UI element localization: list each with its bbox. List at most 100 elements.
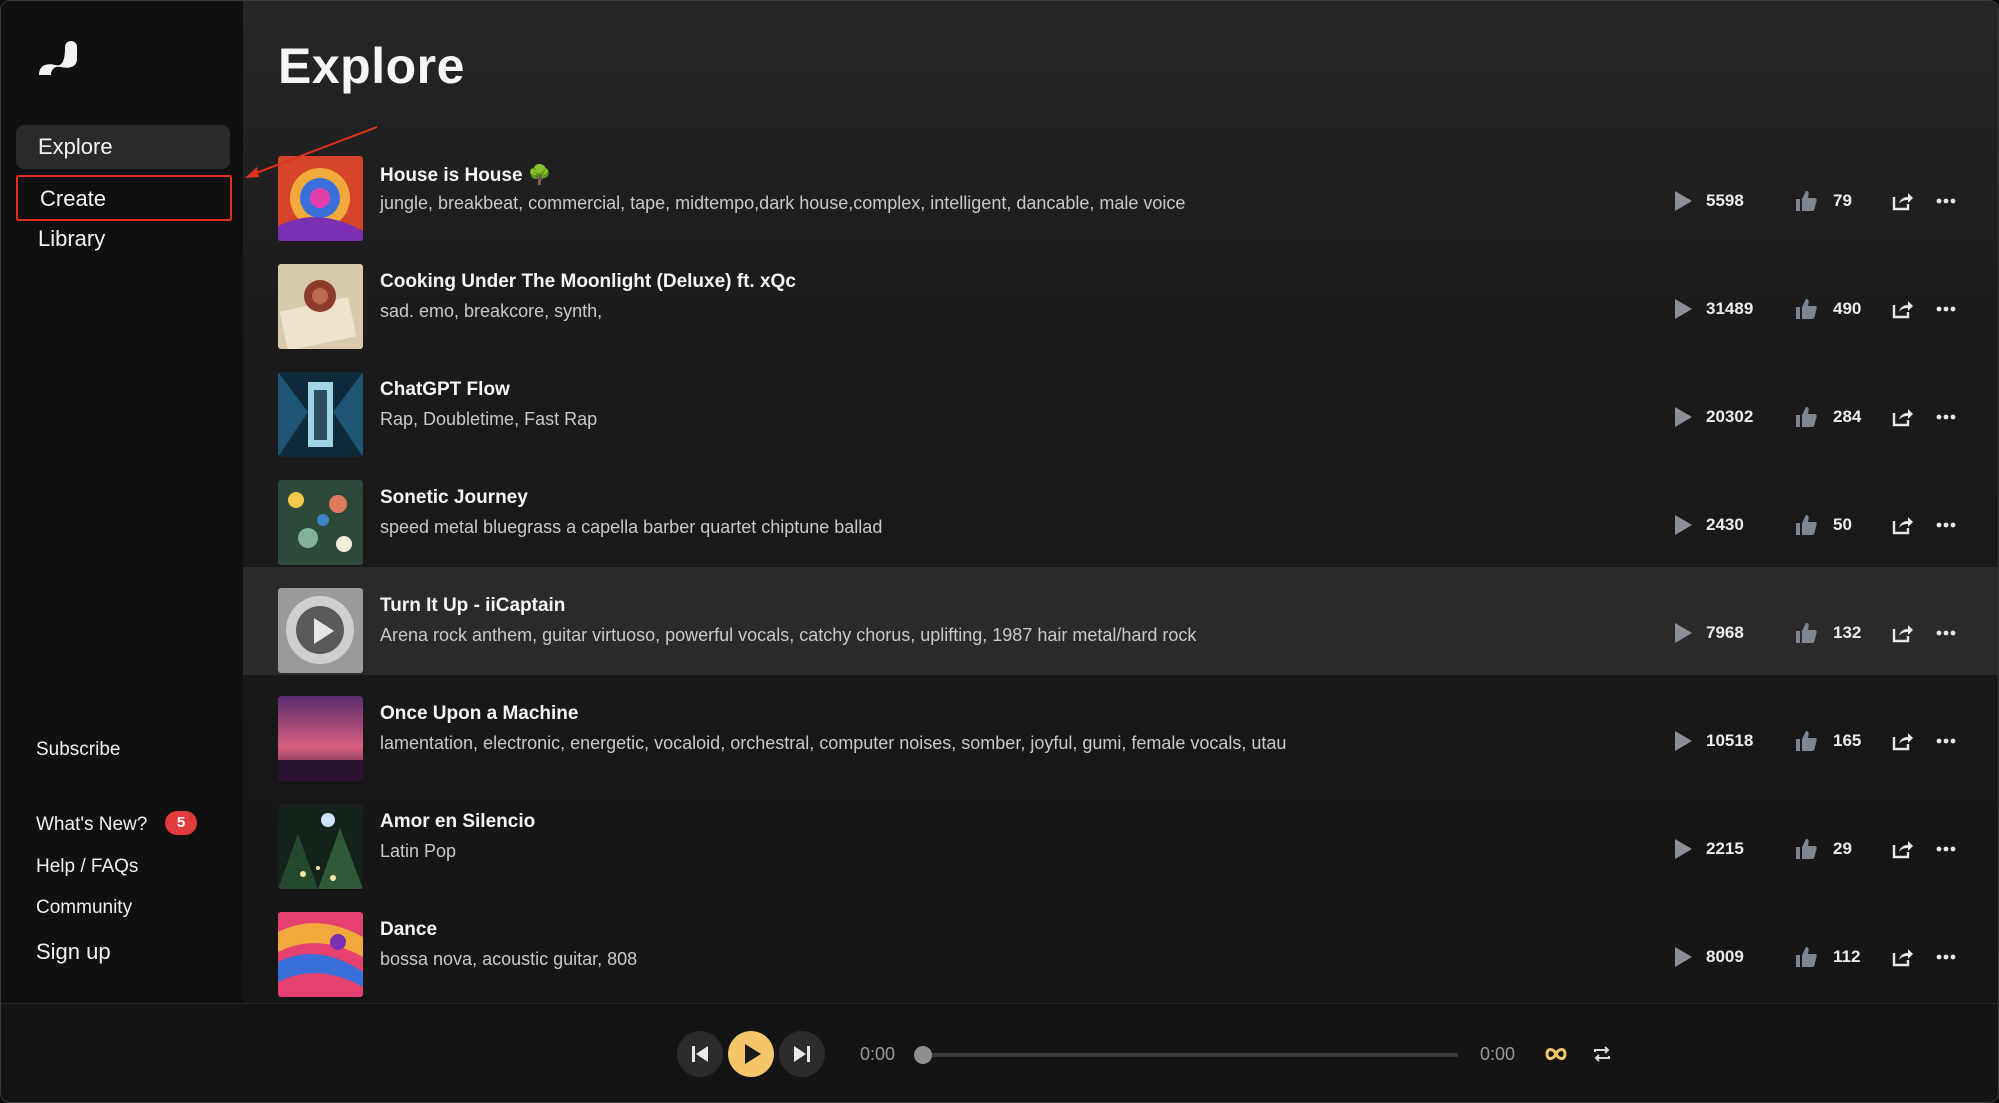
play-count: 2430: [1706, 515, 1744, 534]
play-count: 10518: [1706, 731, 1754, 750]
sign-up-link[interactable]: Sign up: [36, 939, 111, 965]
song-title[interactable]: Sonetic Journey: [380, 487, 528, 509]
skip-forward-icon: [794, 1046, 810, 1062]
thumbs-up-icon[interactable]: [1794, 405, 1818, 429]
song-cover-image[interactable]: [278, 912, 363, 997]
current-time: 0:00: [860, 1044, 896, 1064]
sidebar-item-library[interactable]: Library: [16, 217, 230, 261]
more-options-icon[interactable]: [1934, 945, 1958, 969]
song-row[interactable]: Amor en Silencio Latin Pop 2215 29: [243, 783, 1998, 891]
song-cover-image[interactable]: [278, 588, 363, 673]
repeat-icon[interactable]: [1590, 1042, 1614, 1066]
play-icon[interactable]: [1673, 946, 1693, 968]
share-icon[interactable]: [1890, 837, 1914, 861]
song-title[interactable]: Amor en Silencio: [380, 811, 535, 833]
share-icon[interactable]: [1890, 189, 1914, 213]
sidebar: Explore Create Library Subscribe What's …: [1, 1, 243, 1003]
total-time: 0:00: [1480, 1044, 1516, 1064]
thumbs-up-icon[interactable]: [1794, 837, 1818, 861]
share-icon[interactable]: [1890, 729, 1914, 753]
song-cover-image[interactable]: [278, 696, 363, 781]
play-icon: [745, 1044, 761, 1064]
song-row[interactable]: Cooking Under The Moonlight (Deluxe) ft.…: [243, 243, 1998, 351]
sidebar-item-explore[interactable]: Explore: [16, 125, 230, 169]
play-icon[interactable]: [1673, 622, 1693, 644]
app-window: Explore Create Library Subscribe What's …: [0, 0, 1999, 1103]
song-row[interactable]: Once Upon a Machine lamentation, electro…: [243, 675, 1998, 783]
play-icon[interactable]: [1673, 514, 1693, 536]
whats-new-link[interactable]: What's New?: [36, 814, 147, 836]
more-options-icon[interactable]: [1934, 405, 1958, 429]
play-count: 31489: [1706, 299, 1754, 318]
song-row[interactable]: Dance bossa nova, acoustic guitar, 808 8…: [243, 891, 1998, 999]
song-title[interactable]: House is House 🌳: [380, 163, 551, 187]
thumbs-up-icon[interactable]: [1794, 945, 1818, 969]
song-tags: lamentation, electronic, energetic, voca…: [380, 733, 1287, 753]
song-cover-image[interactable]: [278, 156, 363, 241]
whats-new-badge: 5: [165, 811, 197, 835]
song-row[interactable]: Turn It Up - iiCaptain Arena rock anthem…: [243, 567, 1998, 675]
play-icon[interactable]: [1673, 190, 1693, 212]
song-cover-image[interactable]: [278, 480, 363, 565]
song-title[interactable]: Turn It Up - iiCaptain: [380, 595, 565, 617]
more-options-icon[interactable]: [1934, 513, 1958, 537]
main-content: Explore House is House 🌳 jungle, breakbe…: [243, 1, 1998, 1003]
share-icon[interactable]: [1890, 297, 1914, 321]
song-title[interactable]: Cooking Under The Moonlight (Deluxe) ft.…: [380, 271, 796, 293]
progress-track[interactable]: [922, 1053, 1458, 1057]
song-title[interactable]: ChatGPT Flow: [380, 379, 510, 401]
song-tags: jungle, breakbeat, commercial, tape, mid…: [380, 193, 1186, 213]
thumbs-up-icon[interactable]: [1794, 729, 1818, 753]
page-title: Explore: [278, 38, 465, 94]
more-options-icon[interactable]: [1934, 837, 1958, 861]
thumbs-up-icon[interactable]: [1794, 621, 1818, 645]
more-options-icon[interactable]: [1934, 729, 1958, 753]
thumbs-up-icon[interactable]: [1794, 189, 1818, 213]
play-icon[interactable]: [1673, 406, 1693, 428]
like-count: 29: [1833, 839, 1852, 858]
song-row[interactable]: Sonetic Journey speed metal bluegrass a …: [243, 459, 1998, 567]
play-count: 5598: [1706, 191, 1744, 210]
subscribe-link[interactable]: Subscribe: [36, 739, 121, 761]
player-bar: 0:00 0:00: [1, 1003, 1998, 1102]
next-button[interactable]: [779, 1031, 825, 1077]
play-icon[interactable]: [1673, 838, 1693, 860]
share-icon[interactable]: [1890, 621, 1914, 645]
share-icon[interactable]: [1890, 405, 1914, 429]
progress-knob[interactable]: [914, 1046, 932, 1064]
more-options-icon[interactable]: [1934, 621, 1958, 645]
like-count: 165: [1833, 731, 1862, 750]
song-cover-image[interactable]: [278, 372, 363, 457]
thumbs-up-icon[interactable]: [1794, 513, 1818, 537]
like-count: 132: [1833, 623, 1862, 642]
play-count: 8009: [1706, 947, 1744, 966]
community-link[interactable]: Community: [36, 897, 132, 919]
song-row[interactable]: ChatGPT Flow Rap, Doubletime, Fast Rap 2…: [243, 351, 1998, 459]
play-pause-button[interactable]: [728, 1031, 774, 1077]
like-count: 284: [1833, 407, 1862, 426]
sidebar-item-create[interactable]: Create: [16, 175, 232, 221]
like-count: 79: [1833, 191, 1852, 210]
song-title[interactable]: Dance: [380, 919, 437, 941]
song-cover-image[interactable]: [278, 804, 363, 889]
song-title[interactable]: Once Upon a Machine: [380, 703, 578, 725]
play-count: 2215: [1706, 839, 1744, 858]
share-icon[interactable]: [1890, 945, 1914, 969]
more-options-icon[interactable]: [1934, 297, 1958, 321]
play-icon[interactable]: [1673, 730, 1693, 752]
song-cover-image[interactable]: [278, 264, 363, 349]
more-options-icon[interactable]: [1934, 189, 1958, 213]
help-faqs-link[interactable]: Help / FAQs: [36, 856, 138, 878]
song-tags: Latin Pop: [380, 841, 457, 861]
song-tags: speed metal bluegrass a capella barber q…: [380, 517, 883, 537]
infinity-loop-icon[interactable]: [1543, 1042, 1569, 1066]
share-icon[interactable]: [1890, 513, 1914, 537]
play-icon[interactable]: [1673, 298, 1693, 320]
song-tags: sad. emo, breakcore, synth,: [380, 301, 603, 321]
like-count: 50: [1833, 515, 1852, 534]
previous-button[interactable]: [677, 1031, 723, 1077]
thumbs-up-icon[interactable]: [1794, 297, 1818, 321]
logo-icon[interactable]: [35, 35, 81, 81]
song-row[interactable]: House is House 🌳 jungle, breakbeat, comm…: [243, 135, 1998, 243]
play-count: 20302: [1706, 407, 1754, 426]
